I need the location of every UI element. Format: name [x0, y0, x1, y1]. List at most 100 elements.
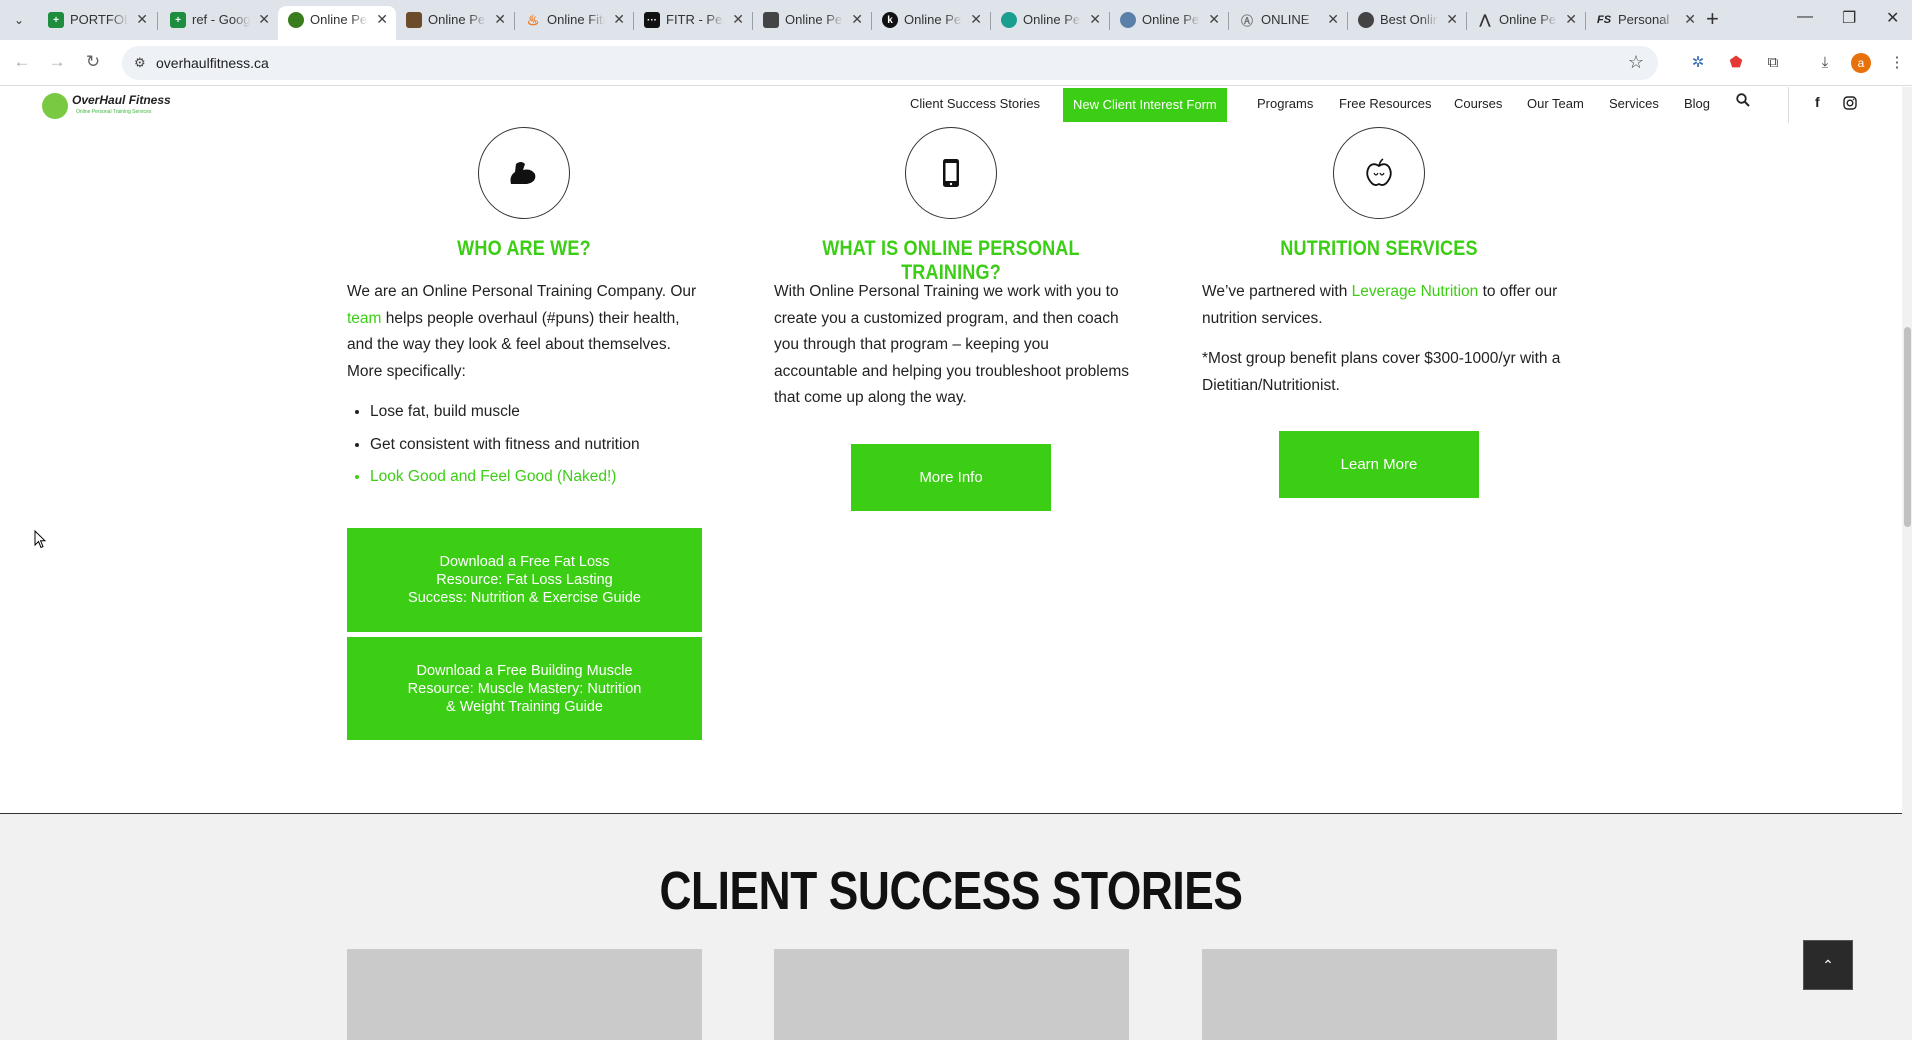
close-tab-icon[interactable]: ✕: [732, 11, 744, 28]
browser-tab[interactable]: + ref - Google Sheets ✕: [160, 6, 278, 34]
browser-tab[interactable]: Online Personal ✕: [991, 6, 1109, 34]
browser-tab[interactable]: Ⓐ ONLINE ✕: [1229, 6, 1347, 34]
globe-icon: [1120, 12, 1136, 28]
online-training-heading: WHAT IS ONLINE PERSONAL TRAINING?: [822, 237, 1080, 284]
logo-name: OverHaul Fitness: [72, 93, 171, 107]
close-tab-icon[interactable]: ✕: [136, 11, 148, 28]
facebook-icon[interactable]: f: [1815, 94, 1820, 110]
bookmark-star-icon[interactable]: ☆: [1628, 52, 1644, 73]
browser-tab[interactable]: k Online Personal ✕: [872, 6, 990, 34]
close-tab-icon[interactable]: ✕: [1089, 11, 1101, 28]
who-are-we-paragraph: We are an Online Personal Training Compa…: [347, 283, 697, 380]
tab-title: Online Personal: [1023, 12, 1081, 27]
close-tab-icon[interactable]: ✕: [376, 11, 388, 28]
tab-title: Online Personal: [904, 12, 962, 27]
browser-tab[interactable]: Online Personal Trainer ✕: [396, 6, 514, 34]
story-card[interactable]: [774, 949, 1129, 1040]
nav-programs[interactable]: Programs: [1257, 96, 1313, 111]
logo-tagline: Online Personal Training Services: [76, 109, 152, 115]
browser-tab[interactable]: + PORTFOLIO ✕: [38, 6, 156, 34]
cube-icon: [763, 12, 779, 28]
goals-list: Lose fat, build muscle Get consistent wi…: [347, 399, 707, 491]
look-good-link[interactable]: Look Good and Feel Good (Naked!): [370, 464, 707, 491]
benefits-note: *Most group benefit plans cover $300-100…: [1202, 350, 1561, 394]
site-header: OverHaul Fitness Online Personal Trainin…: [0, 87, 1902, 123]
close-tab-icon[interactable]: ✕: [258, 11, 270, 28]
extensions-puzzle-icon[interactable]: ⧉: [1762, 52, 1784, 74]
page-scrollbar[interactable]: [1902, 87, 1912, 1040]
browser-menu-icon[interactable]: ⋮: [1886, 52, 1908, 74]
search-icon[interactable]: [1736, 93, 1750, 111]
browser-tab-active[interactable]: Online Personal Training ✕: [278, 6, 396, 40]
sheets-icon: +: [48, 12, 64, 28]
list-item: Lose fat, build muscle: [370, 399, 707, 426]
client-success-heading: CLIENT SUCCESS STORIES: [659, 861, 1243, 921]
nav-our-team[interactable]: Our Team: [1527, 96, 1584, 111]
instagram-icon[interactable]: [1843, 96, 1857, 113]
url-field[interactable]: ⚙ overhaulfitness.ca ☆: [122, 46, 1658, 80]
close-tab-icon[interactable]: ✕: [1565, 11, 1577, 28]
story-card[interactable]: [1202, 949, 1557, 1040]
overhaul-logo-icon: [42, 93, 68, 119]
tab-search-chevron-icon[interactable]: ⌄: [8, 9, 30, 31]
close-tab-icon[interactable]: ✕: [970, 11, 982, 28]
browser-tab[interactable]: FS Personal ✕: [1586, 6, 1704, 34]
profile-avatar[interactable]: a: [1851, 53, 1871, 73]
close-window-icon[interactable]: ✕: [1886, 8, 1899, 28]
restore-icon[interactable]: ❐: [1842, 8, 1856, 28]
close-tab-icon[interactable]: ✕: [1208, 11, 1220, 28]
more-info-button[interactable]: More Info: [851, 444, 1051, 511]
close-tab-icon[interactable]: ✕: [613, 11, 625, 28]
mouse-cursor-icon: [34, 529, 47, 554]
sheets-icon: +: [170, 12, 186, 28]
nav-client-success-stories[interactable]: Client Success Stories: [910, 96, 1040, 111]
download-fat-loss-guide-button[interactable]: Download a Free Fat Loss Resource: Fat L…: [347, 528, 702, 632]
site-logo[interactable]: OverHaul Fitness Online Personal Trainin…: [42, 91, 192, 123]
site-info-icon[interactable]: ⚙: [134, 55, 146, 71]
back-icon[interactable]: ←: [11, 52, 33, 72]
close-tab-icon[interactable]: ✕: [1327, 11, 1339, 28]
nav-courses[interactable]: Courses: [1454, 96, 1502, 111]
tab-title: Online Fitness: [547, 12, 605, 27]
story-card[interactable]: [347, 949, 702, 1040]
nav-divider: [1788, 87, 1789, 123]
browser-tab[interactable]: ⋀ Online Personal ✕: [1467, 6, 1585, 34]
online-training-paragraph: With Online Personal Training we work wi…: [774, 283, 1130, 406]
browser-tab[interactable]: Online Personal ✕: [753, 6, 871, 34]
learn-more-button[interactable]: Learn More: [1279, 431, 1479, 498]
tab-title: ref - Google Sheets: [192, 12, 250, 27]
leverage-nutrition-link[interactable]: Leverage Nutrition: [1352, 283, 1479, 300]
nav-free-resources[interactable]: Free Resources: [1339, 96, 1431, 111]
tab-title: Best Online: [1380, 12, 1438, 27]
globe-icon: [1358, 12, 1374, 28]
extension-shield-icon[interactable]: ⬟: [1725, 52, 1747, 74]
team-link[interactable]: team: [347, 310, 381, 327]
browser-tab[interactable]: ··· FITR - Personal ✕: [634, 6, 752, 34]
browser-tab[interactable]: ♨ Online Fitness ✕: [515, 6, 633, 34]
close-tab-icon[interactable]: ✕: [851, 11, 863, 28]
photo-icon: [406, 12, 422, 28]
close-tab-icon[interactable]: ✕: [1446, 11, 1458, 28]
reload-icon[interactable]: ↻: [82, 52, 104, 72]
scrollbar-thumb[interactable]: [1904, 327, 1911, 527]
minimize-icon[interactable]: —: [1797, 8, 1813, 26]
browser-tab[interactable]: Best Online ✕: [1348, 6, 1466, 34]
smartphone-icon: [905, 127, 997, 219]
apple-icon: [1333, 127, 1425, 219]
nav-new-client-interest-form[interactable]: New Client Interest Form: [1063, 88, 1227, 122]
browser-tab[interactable]: Online Personal ✕: [1110, 6, 1228, 34]
tab-title: Online Personal: [1142, 12, 1200, 27]
forward-icon[interactable]: →: [46, 52, 68, 72]
download-muscle-guide-button[interactable]: Download a Free Building Muscle Resource…: [347, 637, 702, 740]
close-tab-icon[interactable]: ✕: [494, 11, 506, 28]
who-are-we-column: WHO ARE WE? We are an Online Personal Tr…: [347, 127, 702, 747]
scroll-to-top-button[interactable]: ⌃: [1803, 940, 1853, 990]
nav-blog[interactable]: Blog: [1684, 96, 1710, 111]
new-tab-button[interactable]: +: [1706, 8, 1719, 30]
url-text[interactable]: overhaulfitness.ca: [156, 55, 269, 71]
close-tab-icon[interactable]: ✕: [1684, 11, 1696, 28]
tab-title: Online Personal: [785, 12, 843, 27]
download-icon[interactable]: ⤓: [1814, 52, 1836, 74]
extension-icon[interactable]: ✲: [1687, 52, 1709, 74]
nav-services[interactable]: Services: [1609, 96, 1659, 111]
